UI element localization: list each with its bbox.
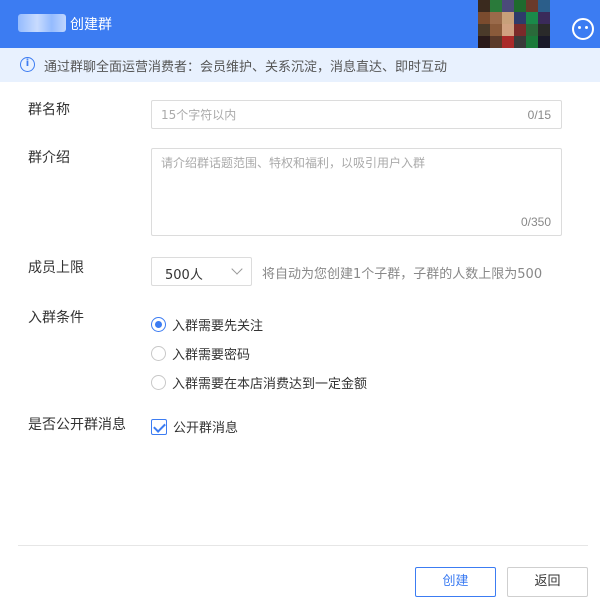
public-message-checkbox-label: 公开群消息 (173, 421, 239, 436)
radio-unchecked-icon[interactable] (151, 345, 166, 361)
footer-divider (18, 545, 588, 546)
redacted-title-text (18, 14, 66, 32)
create-button[interactable]: 创建 (415, 567, 496, 597)
group-intro-label: 群介绍 (28, 150, 70, 166)
notice-text: 通过群聊全面运营消费者：会员维护、关系沉淀，消息直达、即时互动 (44, 60, 448, 75)
chevron-down-icon (231, 263, 243, 275)
avatar (478, 0, 552, 48)
public-message-label: 是否公开群消息 (28, 417, 126, 433)
radio-label: 入群需要密码 (172, 347, 251, 363)
group-intro-input[interactable] (152, 149, 532, 209)
member-limit-value: 500人 (165, 268, 203, 283)
group-intro-field: 0/350 (151, 148, 562, 236)
radio-checked-icon[interactable] (151, 316, 166, 332)
group-name-input[interactable] (152, 101, 492, 128)
checkbox-checked-icon[interactable] (151, 418, 167, 435)
info-icon: i (20, 57, 35, 72)
dialog-titlebar: 创建群 (0, 0, 600, 48)
radio-unchecked-icon[interactable] (151, 374, 166, 390)
group-name-counter: 0/15 (527, 108, 551, 122)
group-name-label: 群名称 (28, 102, 70, 118)
radio-label: 入群需要在本店消费达到一定金额 (172, 376, 368, 392)
radio-password-required[interactable]: 入群需要密码 (151, 343, 250, 363)
radio-label: 入群需要先关注 (172, 318, 264, 334)
member-limit-label: 成员上限 (28, 260, 84, 276)
radio-follow-required[interactable]: 入群需要先关注 (151, 314, 263, 334)
group-name-field: 0/15 (151, 100, 562, 129)
radio-spend-required[interactable]: 入群需要在本店消费达到一定金额 (151, 372, 367, 392)
notice-bar: i 通过群聊全面运营消费者：会员维护、关系沉淀，消息直达、即时互动 (0, 48, 600, 82)
member-limit-select[interactable]: 500人 (151, 257, 252, 286)
dialog-close-icon[interactable] (572, 18, 594, 40)
dialog-title: 创建群 (70, 17, 112, 33)
group-intro-counter: 0/350 (520, 215, 551, 229)
member-limit-hint: 将自动为您创建1个子群，子群的人数上限为500 (262, 267, 543, 282)
back-button[interactable]: 返回 (507, 567, 588, 597)
public-message-checkbox-row[interactable]: 公开群消息 (151, 417, 238, 436)
join-condition-label: 入群条件 (28, 310, 84, 326)
